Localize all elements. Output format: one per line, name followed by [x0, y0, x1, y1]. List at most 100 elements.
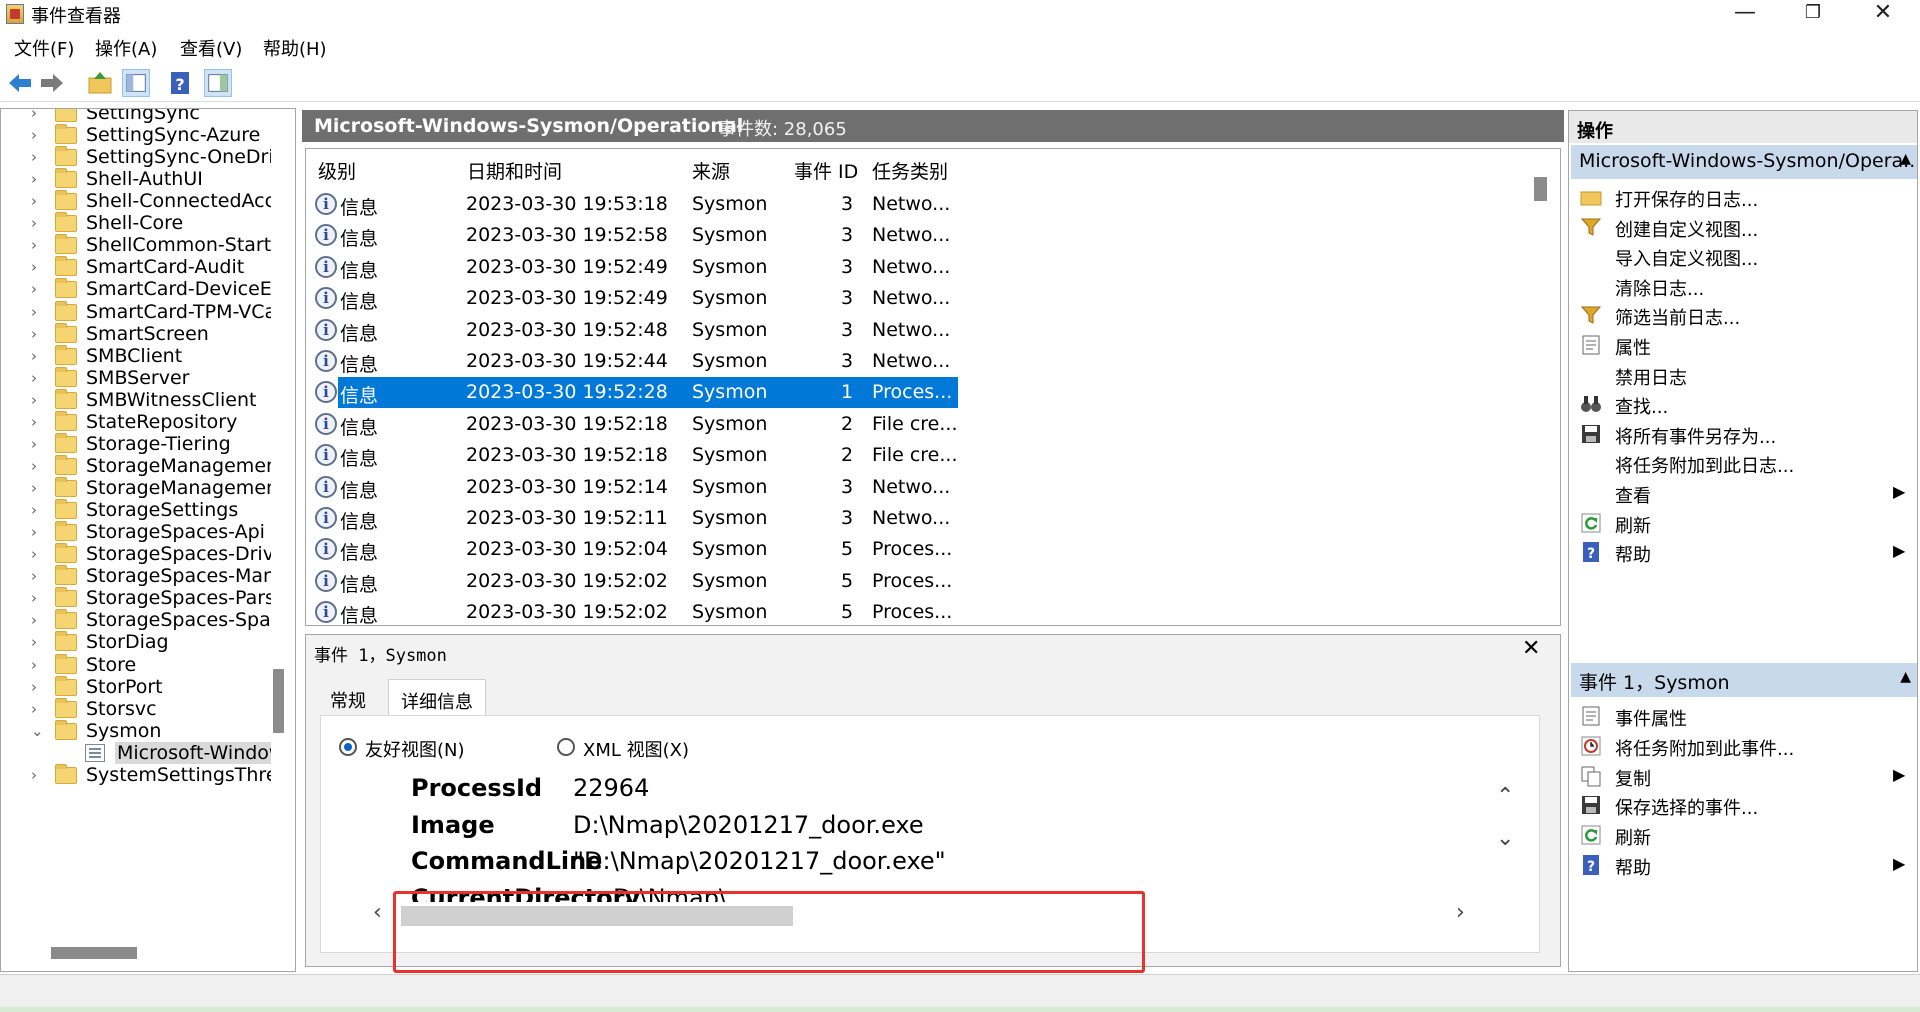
event-row[interactable]: i 信息 2023-03-30 19:52:18 Sysmon 2 File cre...: [306, 409, 957, 440]
column-header-source[interactable]: 来源: [692, 157, 730, 184]
chevron-right-icon[interactable]: ›: [31, 565, 45, 587]
event-row[interactable]: i 信息 2023-03-30 19:52:44 Sysmon 3 Netwo...: [306, 346, 956, 377]
folder-up-icon[interactable]: [86, 69, 114, 97]
tree-item[interactable]: › StorageSpaces-Parser: [1, 587, 271, 609]
tree-vertical-scrollbar[interactable]: [273, 669, 284, 733]
menu-file[interactable]: 文件(F): [14, 35, 74, 61]
action-item[interactable]: ? 帮助 ▶: [1569, 847, 1915, 883]
show-hide-tree-icon[interactable]: [122, 69, 150, 97]
tree-item[interactable]: ⌄ Sysmon: [1, 719, 271, 742]
scroll-up-chevron-icon[interactable]: ⌃: [1496, 784, 1514, 809]
tree-item[interactable]: › StateRepository: [1, 410, 271, 433]
minimize-button[interactable]: —: [1710, 0, 1780, 28]
chevron-right-icon[interactable]: ›: [31, 168, 45, 190]
chevron-right-icon[interactable]: ›: [31, 323, 45, 345]
collapse-icon[interactable]: ▲: [1900, 151, 1911, 167]
event-row[interactable]: i 信息 2023-03-30 19:52:58 Sysmon 3 Netwo...: [306, 220, 956, 251]
chevron-right-icon[interactable]: ›: [31, 631, 45, 653]
tree-item[interactable]: › SmartScreen: [1, 322, 271, 345]
chevron-right-icon[interactable]: ›: [31, 345, 45, 367]
restore-button[interactable]: ❐: [1778, 0, 1848, 28]
chevron-right-icon[interactable]: ›: [31, 587, 45, 609]
tree-item[interactable]: › StorageSpaces-SpaceI: [1, 609, 271, 631]
chevron-right-icon[interactable]: ›: [31, 256, 45, 278]
chevron-right-icon[interactable]: ›: [31, 367, 45, 389]
chevron-right-icon[interactable]: ›: [31, 146, 45, 168]
chevron-right-icon[interactable]: ›: [31, 190, 45, 212]
tree-item[interactable]: › Store: [1, 653, 271, 676]
chevron-right-icon[interactable]: ›: [31, 124, 45, 146]
chevron-right-icon[interactable]: ›: [31, 433, 45, 455]
column-header-event-id[interactable]: 事件 ID: [794, 157, 858, 184]
tree-item[interactable]: › StorageManagement: [1, 454, 271, 477]
event-list-scrollbar[interactable]: [1534, 177, 1547, 201]
chevron-right-icon[interactable]: ›: [31, 654, 45, 676]
event-row[interactable]: i 信息 2023-03-30 19:52:18 Sysmon 2 File cre...: [306, 440, 957, 471]
tree-item[interactable]: › StorPort: [1, 675, 271, 698]
scroll-right-chevron-icon[interactable]: ›: [1456, 900, 1465, 925]
tab-details[interactable]: 详细信息: [388, 679, 486, 717]
tree-item[interactable]: › SMBWitnessClient: [1, 388, 271, 411]
tree-item[interactable]: › SystemSettingsThresh: [1, 763, 271, 786]
event-row[interactable]: i 信息 2023-03-30 19:52:49 Sysmon 3 Netwo...: [306, 252, 956, 283]
chevron-right-icon[interactable]: ›: [31, 455, 45, 477]
scroll-down-chevron-icon[interactable]: ⌄: [1496, 826, 1514, 851]
chevron-right-icon[interactable]: ›: [31, 411, 45, 433]
details-horizontal-scrollbar[interactable]: [401, 906, 793, 926]
chevron-right-icon[interactable]: ›: [31, 212, 45, 234]
chevron-right-icon[interactable]: ›: [31, 109, 45, 124]
menu-help[interactable]: 帮助(H): [263, 35, 327, 61]
tree-item[interactable]: › SettingSync: [1, 109, 271, 124]
tree-item[interactable]: › Shell-AuthUI: [1, 168, 271, 190]
chevron-right-icon[interactable]: ›: [31, 389, 45, 411]
chevron-right-icon[interactable]: ›: [31, 521, 45, 543]
tree-item[interactable]: › Shell-Core: [1, 212, 271, 234]
tab-general[interactable]: 常规: [318, 679, 378, 717]
back-arrow-icon[interactable]: [6, 69, 34, 97]
event-row[interactable]: i 信息 2023-03-30 19:52:49 Sysmon 3 Netwo...: [306, 283, 956, 314]
tree-item[interactable]: › Storsvc: [1, 697, 271, 720]
show-hide-action-pane-icon[interactable]: [204, 69, 232, 97]
event-row[interactable]: i 信息 2023-03-30 19:52:14 Sysmon 3 Netwo...: [306, 472, 956, 503]
menu-action[interactable]: 操作(A): [95, 35, 157, 61]
actions-section-log[interactable]: Microsoft-Windows-Sysmon/Opera... ▲: [1571, 145, 1917, 179]
tree-item-selected[interactable]: Microsoft-Window: [1, 741, 271, 764]
column-header-level[interactable]: 级别: [318, 157, 356, 184]
scroll-left-chevron-icon[interactable]: ‹: [373, 900, 382, 925]
tree-item[interactable]: › StorageSettings: [1, 499, 271, 521]
tree-item[interactable]: › SMBClient: [1, 344, 271, 367]
event-row[interactable]: i 信息 2023-03-30 19:52:48 Sysmon 3 Netwo...: [306, 315, 956, 346]
friendly-view-radio[interactable]: [339, 738, 357, 756]
chevron-right-icon[interactable]: ›: [31, 543, 45, 565]
help-icon[interactable]: ?: [166, 69, 194, 97]
chevron-down-icon[interactable]: ⌄: [31, 720, 45, 742]
details-close-icon[interactable]: ✕: [1522, 636, 1540, 661]
column-header-task-category[interactable]: 任务类别: [872, 157, 948, 184]
chevron-right-icon[interactable]: ›: [31, 278, 45, 300]
event-row[interactable]: i 信息 2023-03-30 19:52:02 Sysmon 5 Proces...: [306, 597, 956, 625]
tree-item[interactable]: › ShellCommon-StartLa: [1, 234, 271, 256]
chevron-right-icon[interactable]: ›: [31, 499, 45, 521]
forward-arrow-icon[interactable]: [38, 69, 66, 97]
xml-view-radio[interactable]: [557, 738, 575, 756]
tree-horizontal-scrollbar[interactable]: [51, 947, 137, 959]
tree-item[interactable]: › StorageManagement-: [1, 477, 271, 499]
tree-item[interactable]: › StorageSpaces-Manag: [1, 565, 271, 587]
event-row[interactable]: i 信息 2023-03-30 19:52:11 Sysmon 3 Netwo...: [306, 503, 956, 534]
close-button[interactable]: ✕: [1848, 0, 1918, 28]
event-row[interactable]: i 信息 2023-03-30 19:52:02 Sysmon 5 Proces...: [306, 566, 956, 597]
collapse-icon[interactable]: ▲: [1900, 669, 1911, 685]
tree-item[interactable]: › SMBServer: [1, 366, 271, 389]
tree-item[interactable]: › SmartCard-DeviceEnu: [1, 278, 271, 300]
chevron-right-icon[interactable]: ›: [31, 676, 45, 698]
actions-section-event[interactable]: 事件 1，Sysmon ▲: [1571, 663, 1917, 697]
tree-item[interactable]: › SmartCard-TPM-VCard: [1, 300, 271, 323]
tree-item[interactable]: › SettingSync-Azure: [1, 124, 271, 146]
event-row[interactable]: i 信息 2023-03-30 19:53:18 Sysmon 3 Netwo...: [306, 189, 956, 220]
chevron-right-icon[interactable]: ›: [31, 477, 45, 499]
tree-item[interactable]: › SmartCard-Audit: [1, 256, 271, 278]
action-item[interactable]: ? 帮助 ▶: [1569, 534, 1915, 570]
event-row[interactable]: i 信息 2023-03-30 19:52:04 Sysmon 5 Proces...: [306, 534, 956, 565]
chevron-right-icon[interactable]: ›: [31, 698, 45, 720]
chevron-right-icon[interactable]: ›: [31, 301, 45, 323]
